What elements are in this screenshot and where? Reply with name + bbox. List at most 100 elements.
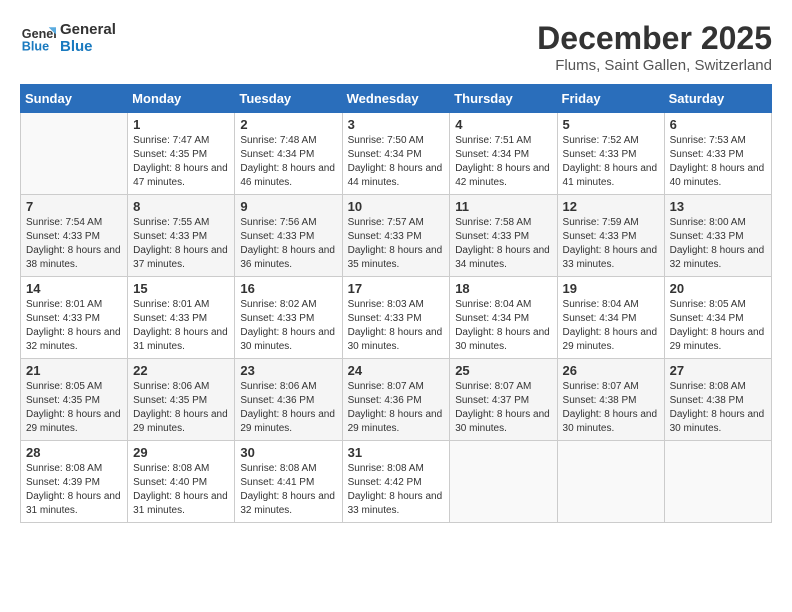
day-info: Sunrise: 8:08 AM Sunset: 4:41 PM Dayligh… [240,462,336,518]
week-row-2: 7Sunrise: 7:54 AM Sunset: 4:33 PM Daylig… [21,195,772,277]
day-number: 2 [240,117,336,132]
day-number: 20 [670,281,766,296]
day-info: Sunrise: 7:58 AM Sunset: 4:33 PM Dayligh… [455,216,551,272]
day-info: Sunrise: 7:55 AM Sunset: 4:33 PM Dayligh… [133,216,229,272]
day-number: 19 [563,281,659,296]
day-cell: 13Sunrise: 8:00 AM Sunset: 4:33 PM Dayli… [664,195,771,277]
day-info: Sunrise: 8:08 AM Sunset: 4:38 PM Dayligh… [670,380,766,436]
month-title: December 2025 [537,20,772,57]
day-cell: 14 Sunrise: 8:01 AM Sunset: 4:33 PM Dayli… [21,277,128,359]
day-number: 14 [26,281,122,296]
day-cell: 28Sunrise: 8:08 AM Sunset: 4:39 PM Dayli… [21,441,128,523]
day-cell: 3 Sunrise: 7:50 AM Sunset: 4:34 PM Daylig… [342,113,450,195]
calendar-table: SundayMondayTuesdayWednesdayThursdayFrid… [20,84,772,523]
day-cell: 16 Sunrise: 8:02 AM Sunset: 4:33 PM Dayli… [235,277,342,359]
day-info: Sunrise: 8:01 AM Sunset: 4:33 PM Dayligh… [26,298,122,354]
header-cell-monday: Monday [128,85,235,113]
day-info: Sunrise: 7:52 AM Sunset: 4:33 PM Dayligh… [563,134,659,190]
day-number: 10 [348,199,445,214]
day-number: 29 [133,445,229,460]
day-info: Sunrise: 8:08 AM Sunset: 4:39 PM Dayligh… [26,462,122,518]
header-cell-wednesday: Wednesday [342,85,450,113]
title-area: December 2025 Flums, Saint Gallen, Switz… [537,20,772,74]
day-cell [450,441,557,523]
day-info: Sunrise: 8:01 AM Sunset: 4:33 PM Dayligh… [133,298,229,354]
day-cell: 5Sunrise: 7:52 AM Sunset: 4:33 PM Daylig… [557,113,664,195]
day-number: 30 [240,445,336,460]
day-number: 31 [348,445,445,460]
week-row-4: 21 Sunrise: 8:05 AM Sunset: 4:35 PM Dayli… [21,359,772,441]
day-cell: 12Sunrise: 7:59 AM Sunset: 4:33 PM Dayli… [557,195,664,277]
day-cell: 19 Sunrise: 8:04 AM Sunset: 4:34 PM Dayli… [557,277,664,359]
day-cell: 24Sunrise: 8:07 AM Sunset: 4:36 PM Dayli… [342,359,450,441]
day-info: Sunrise: 8:06 AM Sunset: 4:35 PM Dayligh… [133,380,229,436]
day-info: Sunrise: 8:04 AM Sunset: 4:34 PM Dayligh… [563,298,659,354]
day-info: Sunrise: 7:51 AM Sunset: 4:34 PM Dayligh… [455,134,551,190]
day-cell: 9Sunrise: 7:56 AM Sunset: 4:33 PM Daylig… [235,195,342,277]
day-cell: 1 Sunrise: 7:47 AM Sunset: 4:35 PM Daylig… [128,113,235,195]
logo-line1: General [60,21,116,38]
day-number: 3 [348,117,445,132]
day-cell: 2 Sunrise: 7:48 AM Sunset: 4:34 PM Daylig… [235,113,342,195]
week-row-5: 28Sunrise: 8:08 AM Sunset: 4:39 PM Dayli… [21,441,772,523]
day-cell: 29 Sunrise: 8:08 AM Sunset: 4:40 PM Dayli… [128,441,235,523]
header-cell-sunday: Sunday [21,85,128,113]
day-number: 1 [133,117,229,132]
header-cell-friday: Friday [557,85,664,113]
day-info: Sunrise: 8:02 AM Sunset: 4:33 PM Dayligh… [240,298,336,354]
week-row-3: 14 Sunrise: 8:01 AM Sunset: 4:33 PM Dayli… [21,277,772,359]
day-info: Sunrise: 8:00 AM Sunset: 4:33 PM Dayligh… [670,216,766,272]
day-cell: 25 Sunrise: 8:07 AM Sunset: 4:37 PM Dayli… [450,359,557,441]
day-cell: 10Sunrise: 7:57 AM Sunset: 4:33 PM Dayli… [342,195,450,277]
day-info: Sunrise: 8:08 AM Sunset: 4:40 PM Dayligh… [133,462,229,518]
day-cell: 17 Sunrise: 8:03 AM Sunset: 4:33 PM Dayli… [342,277,450,359]
day-cell: 27Sunrise: 8:08 AM Sunset: 4:38 PM Dayli… [664,359,771,441]
day-info: Sunrise: 8:03 AM Sunset: 4:33 PM Dayligh… [348,298,445,354]
day-number: 23 [240,363,336,378]
header-row: SundayMondayTuesdayWednesdayThursdayFrid… [21,85,772,113]
day-cell: 11 Sunrise: 7:58 AM Sunset: 4:33 PM Dayli… [450,195,557,277]
day-info: Sunrise: 7:47 AM Sunset: 4:35 PM Dayligh… [133,134,229,190]
logo: General Blue General Blue [20,20,116,56]
day-cell: 15 Sunrise: 8:01 AM Sunset: 4:33 PM Dayli… [128,277,235,359]
day-cell: 23 Sunrise: 8:06 AM Sunset: 4:36 PM Dayli… [235,359,342,441]
day-info: Sunrise: 8:07 AM Sunset: 4:37 PM Dayligh… [455,380,551,436]
location-title: Flums, Saint Gallen, Switzerland [537,57,772,74]
day-cell: 6 Sunrise: 7:53 AM Sunset: 4:33 PM Daylig… [664,113,771,195]
day-number: 26 [563,363,659,378]
week-row-1: 1 Sunrise: 7:47 AM Sunset: 4:35 PM Daylig… [21,113,772,195]
day-number: 18 [455,281,551,296]
day-info: Sunrise: 8:05 AM Sunset: 4:35 PM Dayligh… [26,380,122,436]
day-cell: 21 Sunrise: 8:05 AM Sunset: 4:35 PM Dayli… [21,359,128,441]
day-number: 12 [563,199,659,214]
day-cell: 26Sunrise: 8:07 AM Sunset: 4:38 PM Dayli… [557,359,664,441]
day-number: 16 [240,281,336,296]
day-info: Sunrise: 7:53 AM Sunset: 4:33 PM Dayligh… [670,134,766,190]
header: General Blue General Blue December 2025 … [20,20,772,74]
day-info: Sunrise: 8:07 AM Sunset: 4:36 PM Dayligh… [348,380,445,436]
day-number: 25 [455,363,551,378]
day-info: Sunrise: 8:06 AM Sunset: 4:36 PM Dayligh… [240,380,336,436]
day-number: 8 [133,199,229,214]
day-number: 22 [133,363,229,378]
day-number: 21 [26,363,122,378]
day-number: 11 [455,199,551,214]
svg-text:Blue: Blue [22,40,49,54]
day-info: Sunrise: 7:50 AM Sunset: 4:34 PM Dayligh… [348,134,445,190]
day-cell: 7Sunrise: 7:54 AM Sunset: 4:33 PM Daylig… [21,195,128,277]
day-number: 6 [670,117,766,132]
header-cell-tuesday: Tuesday [235,85,342,113]
header-cell-saturday: Saturday [664,85,771,113]
day-cell: 8 Sunrise: 7:55 AM Sunset: 4:33 PM Daylig… [128,195,235,277]
day-number: 17 [348,281,445,296]
day-cell [21,113,128,195]
day-info: Sunrise: 7:54 AM Sunset: 4:33 PM Dayligh… [26,216,122,272]
day-number: 15 [133,281,229,296]
day-info: Sunrise: 8:08 AM Sunset: 4:42 PM Dayligh… [348,462,445,518]
day-cell: 22 Sunrise: 8:06 AM Sunset: 4:35 PM Dayli… [128,359,235,441]
logo-icon: General Blue [20,20,56,56]
day-info: Sunrise: 7:48 AM Sunset: 4:34 PM Dayligh… [240,134,336,190]
header-cell-thursday: Thursday [450,85,557,113]
day-cell: 31 Sunrise: 8:08 AM Sunset: 4:42 PM Dayli… [342,441,450,523]
day-number: 9 [240,199,336,214]
